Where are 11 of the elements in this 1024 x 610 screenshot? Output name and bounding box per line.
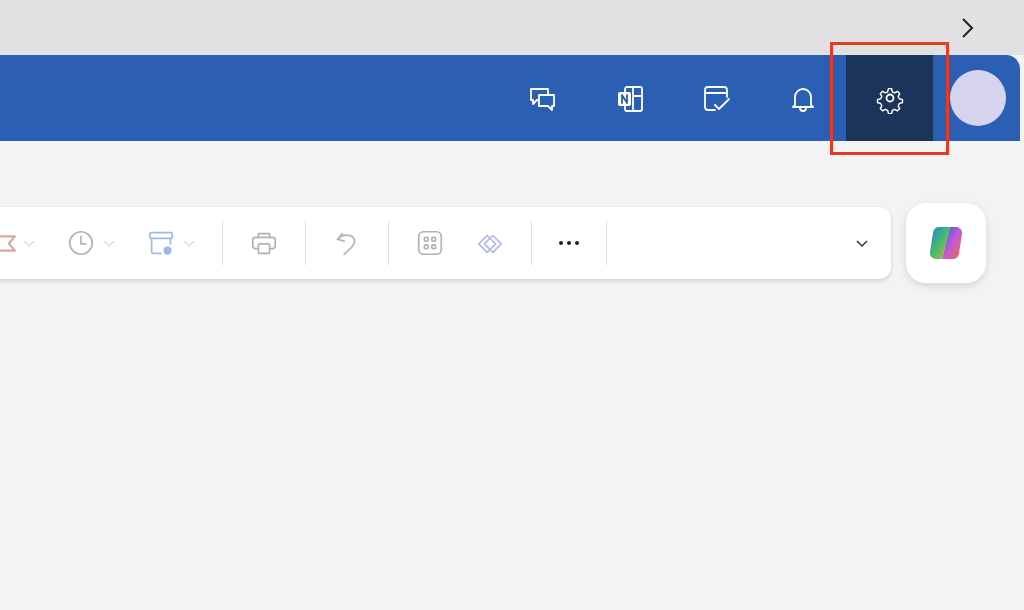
clock-icon — [66, 228, 96, 258]
chevron-down-icon — [22, 238, 36, 248]
settings-button[interactable] — [846, 55, 933, 141]
avatar[interactable] — [950, 70, 1006, 126]
chevron-down-icon[interactable] — [855, 238, 869, 248]
chevron-right-icon[interactable] — [960, 15, 974, 40]
chevron-down-icon — [102, 238, 116, 248]
copilot-button[interactable] — [906, 203, 986, 283]
more-icon — [558, 240, 580, 246]
apps-grid-icon — [415, 228, 445, 258]
chevron-down-icon — [182, 238, 196, 248]
